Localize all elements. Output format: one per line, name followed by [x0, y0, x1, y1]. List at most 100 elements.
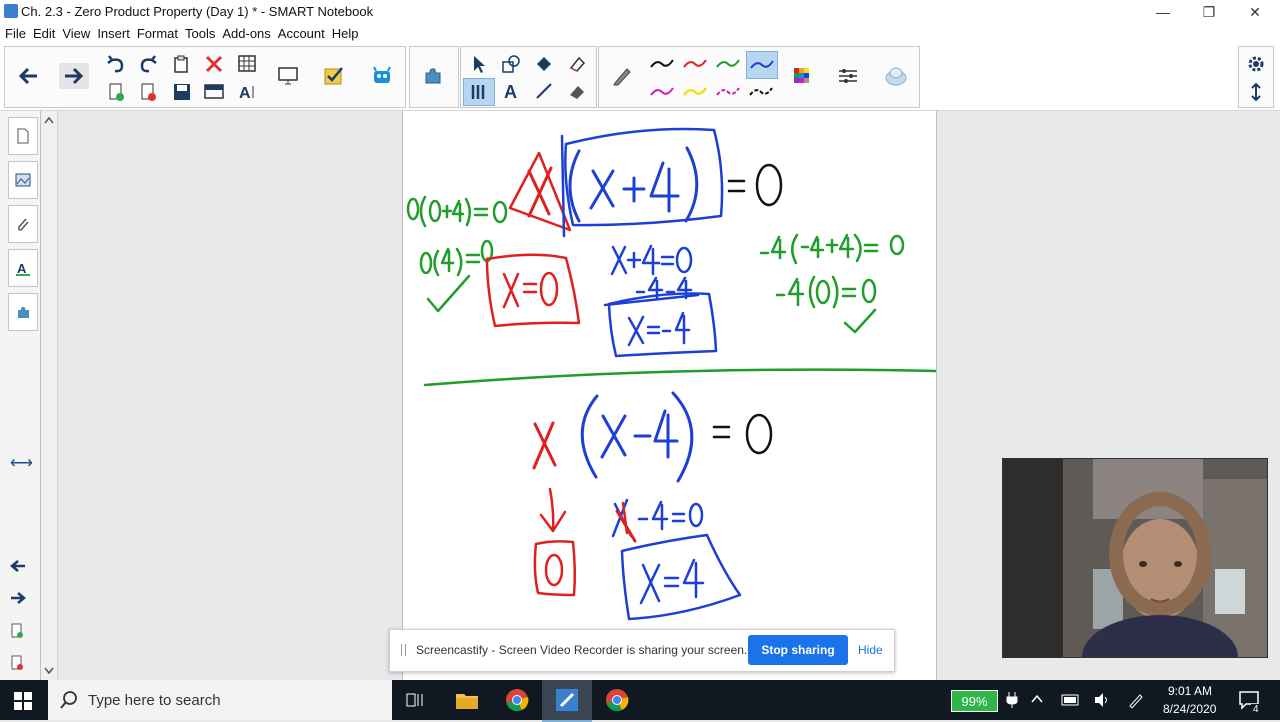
power-plug-icon	[1006, 692, 1018, 713]
text-icon[interactable]: A	[496, 78, 526, 104]
addons-tab-icon[interactable]	[8, 293, 38, 331]
forward-icon[interactable]	[59, 63, 89, 89]
delete-page-icon[interactable]	[133, 79, 163, 105]
drag-handle-icon[interactable]	[401, 644, 406, 656]
eraser2-icon[interactable]	[562, 78, 592, 104]
main-toolbar: A A	[0, 44, 1280, 111]
paste-icon[interactable]	[167, 51, 197, 77]
monster-icon[interactable]	[367, 63, 397, 89]
chrome-icon-2[interactable]	[605, 688, 629, 717]
smart-notebook-taskbar-icon[interactable]	[542, 680, 592, 722]
pen-dashed-black-icon[interactable]	[746, 79, 776, 105]
side-add-page-icon[interactable]	[10, 623, 24, 644]
menu-edit[interactable]: Edit	[33, 24, 55, 44]
minimize-button[interactable]: —	[1140, 0, 1186, 24]
svg-text:A: A	[239, 85, 251, 102]
menu-view[interactable]: View	[62, 24, 90, 44]
window-title: Ch. 2.3 - Zero Product Property (Day 1) …	[21, 4, 374, 19]
menu-bar: File Edit View Insert Format Tools Add-o…	[0, 24, 1280, 44]
volume-icon[interactable]	[1093, 692, 1111, 713]
tray-expand-icon[interactable]	[1030, 692, 1044, 711]
pen-black-icon[interactable]	[647, 51, 677, 77]
file-explorer-icon[interactable]	[455, 690, 479, 715]
resize-sidebar-icon[interactable]: ⟷	[10, 453, 33, 473]
addon-icon[interactable]	[418, 63, 448, 89]
network-icon[interactable]	[1061, 693, 1079, 712]
toolbar-group-tools: A	[460, 46, 597, 108]
settings-icon[interactable]	[1241, 51, 1271, 77]
pen-green-icon[interactable]	[713, 51, 743, 77]
vertical-scrollbar[interactable]	[41, 111, 58, 680]
pen-red-icon[interactable]	[680, 51, 710, 77]
fill-icon[interactable]	[529, 51, 559, 77]
menu-format[interactable]: Format	[137, 24, 178, 44]
restore-button[interactable]: ❐	[1186, 0, 1232, 24]
svg-text:A: A	[504, 82, 517, 101]
menu-tools[interactable]: Tools	[185, 24, 215, 44]
text-format-icon[interactable]: A	[233, 79, 263, 105]
chrome-icon[interactable]	[505, 688, 529, 717]
taskbar-time[interactable]: 9:01 AM	[1168, 684, 1212, 698]
color-grid-icon[interactable]	[787, 63, 817, 89]
line-icon[interactable]	[529, 78, 559, 104]
menu-account[interactable]: Account	[278, 24, 325, 44]
screen-shade-icon[interactable]	[199, 79, 229, 105]
menu-help[interactable]: Help	[332, 24, 359, 44]
pen-yellow-icon[interactable]	[680, 79, 710, 105]
side-delete-page-icon[interactable]	[10, 655, 24, 676]
attachments-icon[interactable]	[8, 205, 38, 243]
table-icon[interactable]	[233, 51, 263, 77]
gallery-icon[interactable]	[8, 161, 38, 199]
windows-start-icon[interactable]	[14, 692, 32, 715]
webcam-overlay	[1002, 458, 1268, 658]
shapes-icon[interactable]	[496, 51, 526, 77]
page-sorter-icon[interactable]	[8, 117, 38, 155]
properties-tab-icon[interactable]: A	[8, 249, 38, 287]
close-button[interactable]: ✕	[1232, 0, 1278, 24]
eraser-icon[interactable]	[562, 51, 592, 77]
response-icon[interactable]	[319, 63, 349, 89]
save-icon[interactable]	[167, 79, 197, 105]
share-message: Screencastify - Screen Video Recorder is…	[416, 643, 748, 657]
magic-pen-icon[interactable]	[463, 78, 495, 106]
pen-icon[interactable]	[607, 63, 637, 89]
display-icon[interactable]	[273, 63, 303, 89]
pen-magenta-icon[interactable]	[647, 79, 677, 105]
undo-icon[interactable]	[101, 51, 131, 77]
menu-insert[interactable]: Insert	[97, 24, 130, 44]
task-view-icon[interactable]	[406, 692, 426, 713]
taskbar-date[interactable]: 8/24/2020	[1163, 702, 1216, 716]
svg-text:A: A	[17, 261, 27, 276]
handwritten-ink	[406, 127, 936, 621]
menu-file[interactable]: File	[5, 24, 26, 44]
pen-tray-icon[interactable]	[1128, 692, 1144, 713]
battery-indicator[interactable]: 99%	[951, 690, 998, 712]
next-page-icon[interactable]	[10, 591, 26, 610]
search-icon	[60, 691, 77, 709]
hide-button[interactable]: Hide	[858, 643, 883, 657]
windows-taskbar: Type here to search	[0, 680, 1280, 722]
toolbar-group-settings	[1238, 46, 1274, 108]
select-icon[interactable]	[463, 51, 493, 77]
menu-addons[interactable]: Add-ons	[222, 24, 270, 44]
whiteboard-page[interactable]	[402, 111, 937, 680]
notification-count: 4	[1251, 704, 1261, 715]
move-toolbar-icon[interactable]	[1241, 79, 1271, 105]
previous-page-icon[interactable]	[10, 559, 26, 578]
cloud-icon[interactable]	[881, 63, 911, 89]
taskbar-search-box[interactable]: Type here to search	[48, 680, 392, 720]
screen-share-notification: Screencastify - Screen Video Recorder is…	[389, 629, 895, 672]
properties-icon[interactable]	[833, 63, 863, 89]
search-placeholder: Type here to search	[88, 692, 221, 709]
back-icon[interactable]	[13, 63, 43, 89]
delete-icon[interactable]	[199, 51, 229, 77]
pen-blue-icon[interactable]	[746, 51, 778, 79]
webcam-feed-image	[1003, 459, 1267, 657]
toolbar-group-pens	[598, 46, 920, 108]
title-bar: Ch. 2.3 - Zero Product Property (Day 1) …	[0, 0, 1280, 24]
pen-dashed-magenta-icon[interactable]	[713, 79, 743, 105]
stop-sharing-button[interactable]: Stop sharing	[748, 635, 848, 665]
redo-icon[interactable]	[133, 51, 163, 77]
toolbar-group-addons	[409, 46, 459, 108]
add-page-icon[interactable]	[101, 79, 131, 105]
